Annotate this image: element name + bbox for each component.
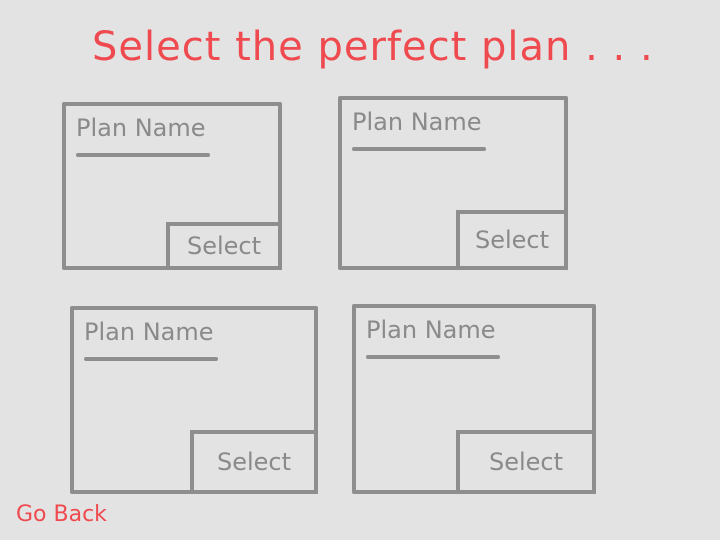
select-plan-button[interactable]: Select: [456, 430, 596, 494]
plan-name-label: Plan Name: [84, 318, 214, 346]
go-back-link[interactable]: Go Back: [16, 502, 107, 527]
plan-name-label: Plan Name: [352, 108, 482, 136]
select-plan-button[interactable]: Select: [190, 430, 318, 494]
select-plan-button[interactable]: Select: [456, 210, 568, 270]
plan-name-label: Plan Name: [76, 114, 206, 142]
plan-card-3: Plan Name Select: [70, 306, 318, 494]
plan-card-2: Plan Name Select: [338, 96, 568, 270]
plan-name-underline: [76, 153, 210, 157]
page-title: Select the perfect plan . . .: [92, 24, 654, 70]
plan-name-underline: [84, 357, 218, 361]
plan-card-4: Plan Name Select: [352, 304, 596, 494]
select-plan-button[interactable]: Select: [166, 222, 282, 270]
plan-name-label: Plan Name: [366, 316, 496, 344]
plan-name-underline: [366, 355, 500, 359]
plan-name-underline: [352, 147, 486, 151]
plan-selection-page: Select the perfect plan . . . Plan Name …: [0, 0, 720, 540]
plan-card-1: Plan Name Select: [62, 102, 282, 270]
